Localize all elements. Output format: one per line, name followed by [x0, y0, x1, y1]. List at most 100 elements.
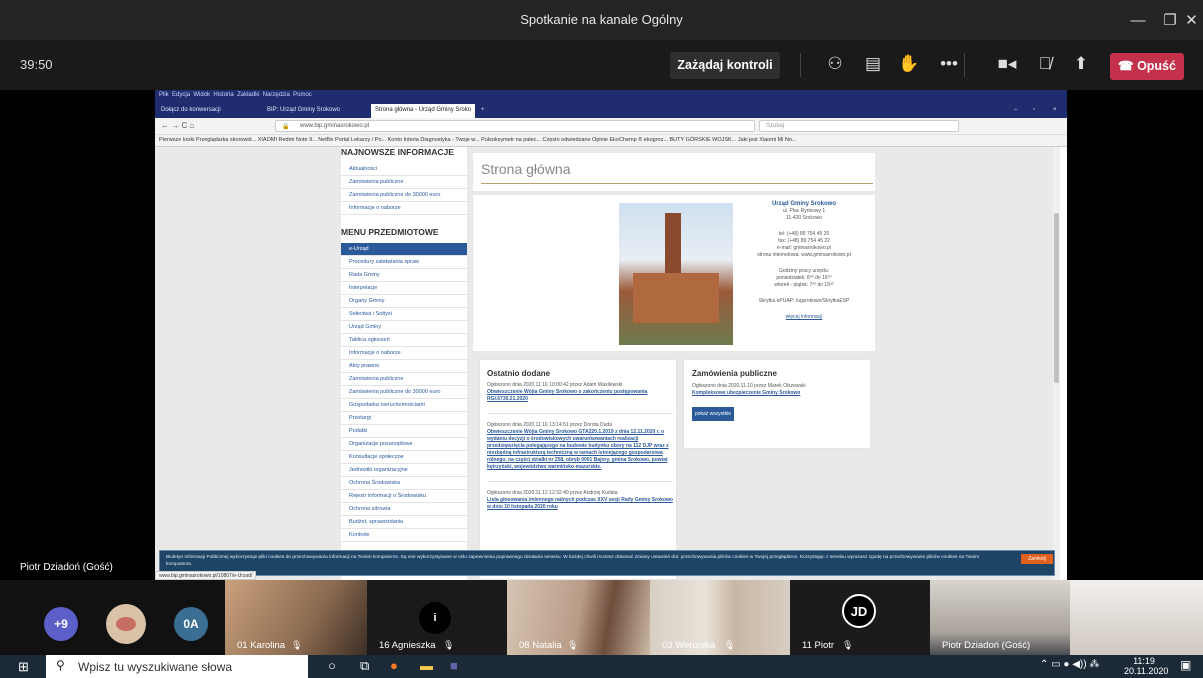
news-item[interactable]: Aktualności	[341, 163, 467, 176]
menu-item[interactable]: Interpelacje	[341, 282, 467, 295]
office-email[interactable]: e-mail: gminasrokowo.pl	[738, 245, 870, 252]
page-scrollbar[interactable]	[1053, 147, 1060, 580]
participant-tile[interactable]: i 16 Agnieszka 🎙	[367, 580, 507, 655]
browser-search-field[interactable]: Szukaj	[759, 120, 959, 132]
menu-item[interactable]: Akty prawne	[341, 360, 467, 373]
system-tray-icons[interactable]: ⌃ ▭ ● ◀)) ⁂	[1040, 659, 1099, 670]
task-view-icon[interactable]: ⧉	[360, 658, 369, 674]
cookie-close-button[interactable]: Zamknij	[1021, 554, 1053, 564]
menu-item[interactable]: Procedury załatwiania spraw	[341, 256, 467, 269]
entry-link[interactable]: Obwieszczenie Wójta Gminy Srokowo GTA220…	[487, 429, 673, 471]
search-icon: ⚲	[56, 658, 65, 672]
office-www[interactable]: strona internetowa: www.gminasrokowo.pl	[738, 252, 870, 259]
more-participants-badge[interactable]: +9	[44, 607, 78, 641]
browser-tab[interactable]: BIP: Urząd Gminy Srokowo	[263, 104, 369, 118]
menu-item[interactable]: Urząd Gminy	[341, 321, 467, 334]
participant-tile[interactable]: 08 Natalia 🎙	[507, 580, 650, 655]
more-options-icon[interactable]: •••	[936, 54, 962, 74]
menu-help[interactable]: Pomoc	[293, 92, 312, 98]
leave-button[interactable]: ☎ Opuść	[1110, 53, 1184, 80]
town-hall-photo	[619, 203, 733, 345]
menu-item[interactable]: Budżet, sprawozdania	[341, 516, 467, 529]
cortana-icon[interactable]: ○	[328, 658, 336, 673]
title-underline	[481, 183, 873, 184]
browser-minimize-button[interactable]: –	[1010, 104, 1024, 118]
windows-start-icon[interactable]: ⊞	[18, 659, 29, 675]
menu-item[interactable]: Rejestr informacji o Środowisku	[341, 490, 467, 503]
firefox-icon[interactable]: ●	[390, 658, 398, 673]
office-name: Urząd Gminy Srokowo	[771, 201, 836, 207]
file-explorer-icon[interactable]: ▬	[420, 658, 433, 673]
participant-tile[interactable]: 03 Weronika 🎙	[650, 580, 790, 655]
chat-icon[interactable]: ▤	[860, 54, 886, 74]
participants-icon[interactable]: ⚇	[822, 54, 848, 74]
page-title-box: Strona główna	[473, 153, 875, 191]
menu-item[interactable]: Przetargi	[341, 412, 467, 425]
menu-tools[interactable]: Narzędzia	[263, 92, 290, 98]
close-button[interactable]: ✕	[1180, 0, 1203, 40]
menu-item[interactable]: Tablica ogłoszeń	[341, 334, 467, 347]
participant-tile[interactable]: Piotr Dziadoń (Gość)	[930, 580, 1070, 655]
share-screen-icon[interactable]: ⬆	[1068, 54, 1094, 74]
nav-buttons[interactable]: ← → C ⌂	[161, 121, 194, 130]
menu-history[interactable]: Historia	[213, 92, 233, 98]
menu-item[interactable]: Sołectwa i Sołtysi	[341, 308, 467, 321]
participant-initials: 0A	[174, 607, 208, 641]
new-tab-button[interactable]: +	[477, 104, 491, 118]
clock[interactable]: 11:19 20.11.2020	[1124, 656, 1168, 676]
meeting-timer: 39:50	[20, 57, 53, 72]
show-all-button[interactable]: pokaż wszystkie	[692, 407, 734, 421]
entry-meta: Ogłoszono dnia 2020.11.16 13:14:51 przez…	[487, 422, 612, 428]
menu-item[interactable]: Jednostki organizacyjne	[341, 464, 467, 477]
office-info-box: Urząd Gminy Srokowo ul. Plac Rynkowy 1 1…	[473, 195, 875, 351]
bookmarks-bar[interactable]: Pierwsze kroki Przeglądarka skorowid... …	[155, 135, 1067, 147]
participant-tile[interactable]	[1070, 580, 1203, 655]
menu-item[interactable]: Ochrona zdrowia	[341, 503, 467, 516]
notifications-icon[interactable]: ▣	[1180, 658, 1191, 672]
tab-title: Dołącz do konwersacji	[161, 107, 221, 113]
menu-item[interactable]: Kontrole	[341, 529, 467, 542]
menu-item[interactable]: Zamówienia publiczne do 30000 euro	[341, 386, 467, 399]
mic-off-icon: 🎙	[724, 640, 736, 650]
microphone-off-icon[interactable]: 🎙̸	[1032, 54, 1058, 74]
menu-item[interactable]: Organy Gminy	[341, 295, 467, 308]
divider	[800, 53, 801, 77]
entry-link[interactable]: Obwieszczenie Wójta Gminy Srokowo o zako…	[487, 389, 673, 403]
address-bar[interactable]: 🔒 www.bip.gminasrokowo.pl	[275, 120, 755, 132]
tender-meta: Ogłoszono dnia 2020.11.10 przez Marek Ol…	[692, 383, 806, 389]
tender-link[interactable]: Kompleksowe ubezpieczenie Gminy Srokowo	[692, 390, 867, 397]
hours-line: poniedziałek: 8⁰⁰ do 16⁰⁰	[776, 275, 832, 281]
browser-maximize-button[interactable]: ▫	[1029, 104, 1043, 118]
news-item[interactable]: Zamówienia publiczne do 30000 euro	[341, 189, 467, 202]
menu-view[interactable]: Widok	[193, 92, 210, 98]
participant-tile[interactable]: JD 11 Piotr 🎙	[790, 580, 930, 655]
menu-item[interactable]: Zamówienia publiczne	[341, 373, 467, 386]
teams-icon[interactable]: ■	[450, 658, 458, 673]
more-info-link[interactable]: więcej informacji	[738, 314, 870, 321]
browser-close-button[interactable]: ×	[1049, 104, 1063, 118]
news-item[interactable]: Zamówienia publiczne	[341, 176, 467, 189]
menu-item[interactable]: Gospodarka nieruchomościami	[341, 399, 467, 412]
menu-item[interactable]: Konsultacje społeczne	[341, 451, 467, 464]
menu-bookmarks[interactable]: Zakładki	[237, 92, 259, 98]
menu-item[interactable]: Informacje o naborze	[341, 347, 467, 360]
scrollbar-thumb[interactable]	[1054, 213, 1059, 383]
raise-hand-icon[interactable]: ✋	[896, 54, 922, 74]
menu-item-e-urzad[interactable]: e-Urząd	[341, 243, 467, 256]
menu-item[interactable]: Organizacje pozarządowe	[341, 438, 467, 451]
minimize-button[interactable]: —	[1120, 0, 1156, 40]
menu-file[interactable]: Plik	[159, 92, 169, 98]
entry-link[interactable]: Lista głosowania imiennego radnych podcz…	[487, 497, 673, 511]
menu-item[interactable]: Podatki	[341, 425, 467, 438]
camera-icon[interactable]: ■◂	[994, 54, 1020, 74]
menu-item[interactable]: Ochrona Środowiska	[341, 477, 467, 490]
browser-tab[interactable]: Dołącz do konwersacji	[157, 104, 261, 118]
office-address: Urząd Gminy Srokowo ul. Plac Rynkowy 1 1…	[738, 201, 870, 321]
menu-edit[interactable]: Edycja	[172, 92, 190, 98]
taskbar-search[interactable]: ⚲ Wpisz tu wyszukiwane słowa	[46, 655, 308, 678]
news-item[interactable]: Informacje o naborze	[341, 202, 467, 215]
participant-tile[interactable]: 01 Karolina 🎙	[225, 580, 367, 655]
request-control-button[interactable]: Zażądaj kontroli	[670, 52, 780, 79]
menu-item[interactable]: Rada Gminy	[341, 269, 467, 282]
browser-tab-active[interactable]: Strona główna - Urząd Gminy Sroko	[371, 104, 475, 118]
